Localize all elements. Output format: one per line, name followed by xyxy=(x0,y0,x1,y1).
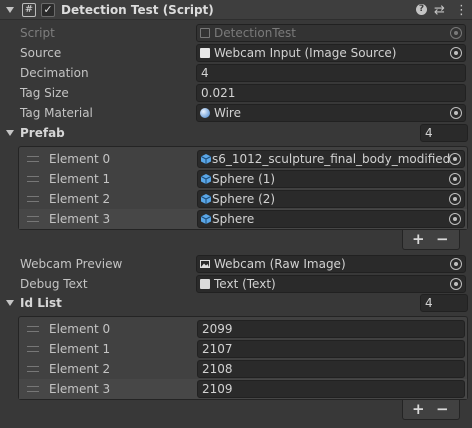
help-icon[interactable]: ? xyxy=(416,4,427,15)
list-item[interactable]: Element 0 2099 xyxy=(19,319,467,339)
id-list: Element 0 2099 Element 1 2107 Element 2 … xyxy=(18,316,468,400)
object-picker-icon[interactable] xyxy=(450,278,462,290)
material-icon xyxy=(200,108,210,118)
id-list-foldout[interactable]: Id List 4 xyxy=(0,293,472,313)
webcam-preview-row: Webcam Preview Webcam (Raw Image) xyxy=(0,254,472,274)
element-label: Element 1 xyxy=(49,342,111,356)
id-list-label: Id List xyxy=(20,296,62,310)
list-item[interactable]: Element 1 Sphere (1) xyxy=(19,169,467,189)
tag-material-label: Tag Material xyxy=(20,106,93,120)
tag-size-input[interactable]: 0.021 xyxy=(196,84,466,102)
prefab-label: Prefab xyxy=(20,126,65,140)
element-input[interactable]: 2099 xyxy=(197,320,465,338)
list-item[interactable]: Element 0 s6_1012_sculpture_final_body_m… xyxy=(19,149,467,169)
element-label: Element 1 xyxy=(49,172,111,186)
prefab-cube-icon xyxy=(201,214,211,224)
object-picker-icon[interactable] xyxy=(449,173,461,185)
element-field[interactable]: Sphere (2) xyxy=(197,190,465,208)
object-picker-icon[interactable] xyxy=(450,107,462,119)
element-label: Element 0 xyxy=(49,152,111,166)
element-input[interactable]: 2108 xyxy=(197,360,465,378)
drag-handle-icon[interactable] xyxy=(27,366,39,372)
script-row: Script DetectionTest xyxy=(0,23,472,43)
drag-handle-icon[interactable] xyxy=(27,176,39,182)
object-picker-icon[interactable] xyxy=(450,47,462,59)
element-input[interactable]: 2107 xyxy=(197,340,465,358)
prefab-cube-icon xyxy=(201,194,211,204)
enabled-checkbox[interactable]: ✓ xyxy=(41,3,55,17)
tag-size-label[interactable]: Tag Size xyxy=(20,83,69,103)
element-label: Element 2 xyxy=(49,192,111,206)
list-item[interactable]: Element 2 2108 xyxy=(19,359,467,379)
prefab-cube-icon xyxy=(201,154,211,164)
element-field[interactable]: Sphere xyxy=(197,210,465,228)
drag-handle-icon[interactable] xyxy=(27,216,39,222)
script-file-icon xyxy=(200,28,210,38)
foldout-arrow-icon[interactable] xyxy=(6,300,14,306)
tag-material-field[interactable]: Wire xyxy=(196,104,466,122)
decimation-label[interactable]: Decimation xyxy=(20,63,89,83)
add-element-button[interactable]: + xyxy=(412,230,425,248)
script-field: DetectionTest xyxy=(196,24,466,42)
script-icon: # xyxy=(22,3,36,17)
drag-handle-icon[interactable] xyxy=(27,346,39,352)
source-field[interactable]: Webcam Input (Image Source) xyxy=(196,44,466,62)
text-component-icon xyxy=(200,279,210,289)
drag-handle-icon[interactable] xyxy=(27,386,39,392)
tag-material-row: Tag Material Wire xyxy=(0,103,472,123)
prefab-list: Element 0 s6_1012_sculpture_final_body_m… xyxy=(18,146,468,230)
drag-handle-icon[interactable] xyxy=(27,156,39,162)
element-input[interactable]: 2109 xyxy=(197,380,465,398)
component-title: Detection Test (Script) xyxy=(61,3,214,17)
object-picker-icon[interactable] xyxy=(449,153,461,165)
prefab-foldout[interactable]: Prefab 4 xyxy=(0,123,472,143)
list-item[interactable]: Element 2 Sphere (2) xyxy=(19,189,467,209)
script-label: Script xyxy=(20,26,55,40)
element-label: Element 3 xyxy=(49,382,111,396)
list-item[interactable]: Element 3 Sphere xyxy=(19,209,467,229)
source-row: Source Webcam Input (Image Source) xyxy=(0,43,472,63)
raw-image-icon xyxy=(200,260,210,268)
object-picker-icon[interactable] xyxy=(450,258,462,270)
debug-text-row: Debug Text Text (Text) xyxy=(0,274,472,294)
element-label: Element 3 xyxy=(49,212,111,226)
context-menu-icon[interactable]: ⋮ xyxy=(455,3,468,18)
id-list-footer: + − xyxy=(402,400,460,420)
object-picker-icon[interactable] xyxy=(449,193,461,205)
remove-element-button[interactable]: − xyxy=(436,400,449,418)
debug-text-field[interactable]: Text (Text) xyxy=(196,275,466,293)
add-element-button[interactable]: + xyxy=(412,400,425,418)
source-label: Source xyxy=(20,46,62,60)
object-picker-icon[interactable] xyxy=(449,213,461,225)
prefab-size-input[interactable]: 4 xyxy=(420,124,468,142)
prefab-cube-icon xyxy=(201,174,211,184)
foldout-arrow-icon[interactable] xyxy=(6,7,14,13)
script-file-icon xyxy=(200,48,210,58)
prefab-list-footer: + − xyxy=(402,230,460,250)
id-list-size-input[interactable]: 4 xyxy=(420,294,468,312)
component-header[interactable]: # ✓ Detection Test (Script) ? ⇄ ⋮ xyxy=(0,0,472,20)
element-field[interactable]: Sphere (1) xyxy=(197,170,465,188)
decimation-input[interactable]: 4 xyxy=(196,64,466,82)
tag-size-row: Tag Size 0.021 xyxy=(0,83,472,103)
foldout-arrow-icon[interactable] xyxy=(6,130,14,136)
element-label: Element 2 xyxy=(49,362,111,376)
drag-handle-icon[interactable] xyxy=(27,196,39,202)
object-picker-icon xyxy=(450,27,462,39)
debug-text-label: Debug Text xyxy=(20,277,88,291)
element-field[interactable]: s6_1012_sculpture_final_body_modified xyxy=(197,150,465,168)
list-item[interactable]: Element 1 2107 xyxy=(19,339,467,359)
webcam-preview-label: Webcam Preview xyxy=(20,257,123,271)
webcam-preview-field[interactable]: Webcam (Raw Image) xyxy=(196,255,466,273)
element-label: Element 0 xyxy=(49,322,111,336)
remove-element-button[interactable]: − xyxy=(436,230,449,248)
drag-handle-icon[interactable] xyxy=(27,326,39,332)
decimation-row: Decimation 4 xyxy=(0,63,472,83)
list-item[interactable]: Element 3 2109 xyxy=(19,379,467,399)
presets-icon[interactable]: ⇄ xyxy=(434,3,445,18)
